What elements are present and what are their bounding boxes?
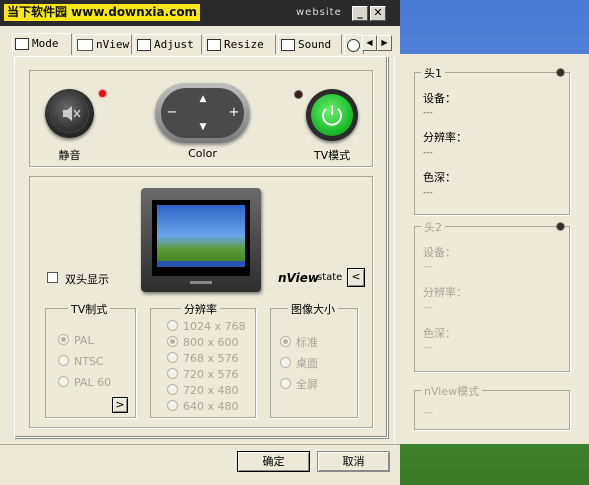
radio-desktop[interactable]: 桌面	[280, 355, 318, 371]
radio-800x600[interactable]: 800 x 600	[167, 336, 239, 349]
ok-button[interactable]: 确定	[237, 451, 310, 472]
head1-device-value: ---	[423, 108, 433, 118]
radio-ntsc[interactable]: NTSC	[58, 355, 104, 368]
head1-device-label: 设备：	[423, 92, 456, 105]
monitor-icon	[15, 38, 29, 50]
head2-group: 头2 设备： --- 分辨率： --- 色深： ---	[414, 219, 570, 372]
minimize-button[interactable]: _	[352, 6, 368, 21]
radio-pal60[interactable]: PAL 60	[58, 376, 111, 389]
window-title: website	[296, 7, 342, 18]
head2-resolution-label: 分辨率：	[423, 286, 467, 299]
tv-mode-label: TV模式	[313, 149, 351, 162]
radio-1024x768[interactable]: 1024 x 768	[167, 320, 246, 333]
color-control: ▲ ▼ − +	[155, 83, 250, 143]
display-panel: 双头显示 nView state < TV制式 PAL NTSC PAL 60 …	[29, 176, 373, 428]
head2-color-depth-value: ---	[423, 343, 433, 353]
state-toggle-button[interactable]: <	[347, 268, 365, 287]
head1-group: 头1 设备： --- 分辨率： --- 色深： ---	[414, 65, 570, 215]
close-button[interactable]: ✕	[370, 6, 386, 21]
tv-led	[294, 90, 303, 99]
head1-color-depth-label: 色深：	[423, 171, 456, 184]
nview-mode-value: ---	[423, 408, 433, 418]
mute-button[interactable]	[45, 89, 94, 138]
watermark-banner: 当下软件园 www.downxia.com	[4, 4, 201, 21]
color-plus-button[interactable]: +	[225, 102, 243, 124]
head1-resolution-label: 分辨率：	[423, 131, 467, 144]
tab-adjust-label: Adjust	[154, 38, 194, 51]
head1-status-led	[556, 68, 565, 77]
tab-adjust[interactable]: Adjust	[134, 34, 202, 54]
nview-state-label: state	[317, 272, 343, 283]
radio-768x576[interactable]: 768 x 576	[167, 352, 239, 365]
head1-resolution-value: ---	[423, 148, 433, 158]
desktop-screen-image	[157, 205, 245, 267]
head2-resolution-value: ---	[423, 303, 433, 313]
color-down-button[interactable]: ▼	[189, 116, 217, 138]
mute-led	[99, 90, 106, 97]
radio-pal[interactable]: PAL	[58, 334, 94, 347]
radio-720x576[interactable]: 720 x 576	[167, 368, 239, 381]
nview-mode-group: nView模式 ---	[414, 383, 570, 430]
clock-icon	[347, 38, 360, 52]
title-bar: 当下软件园 www.downxia.com website _ ✕	[0, 0, 400, 27]
mute-speaker-icon	[50, 94, 89, 133]
head2-device-label: 设备：	[423, 246, 456, 259]
cancel-button[interactable]: 取消	[317, 451, 390, 472]
nview-mode-title: nView模式	[421, 383, 483, 399]
radio-640x480[interactable]: 640 x 480	[167, 400, 239, 413]
head2-color-depth-label: 色深：	[423, 327, 456, 340]
power-icon	[322, 105, 342, 126]
head2-status-led	[556, 222, 565, 231]
image-size-group: 图像大小 标准 桌面 全屏	[270, 301, 358, 418]
image-size-title: 图像大小	[288, 301, 338, 317]
tv-standard-title: TV制式	[68, 301, 111, 317]
tab-scroll-left[interactable]: ◀	[362, 35, 377, 51]
tab-resize-label: Resize	[224, 38, 264, 51]
color-label: Color	[188, 147, 217, 160]
button-divider	[0, 444, 400, 445]
head2-device-value: ---	[423, 262, 433, 272]
tab-mode[interactable]: Mode	[12, 33, 72, 55]
mute-label: 静音	[58, 149, 81, 162]
tab-sound[interactable]: Sound	[278, 34, 342, 54]
tab-bar: Mode nView Adjust Resize Sound	[8, 33, 392, 56]
speaker-icon	[281, 39, 295, 51]
color-up-button[interactable]: ▲	[189, 88, 217, 110]
tv-preview	[141, 188, 261, 292]
radio-standard[interactable]: 标准	[280, 334, 318, 350]
head-info-panel: 头1 设备： --- 分辨率： --- 色深： --- 头2 设备： --- 分…	[394, 54, 589, 444]
nview-brand: nView	[278, 271, 319, 285]
tab-scroll-right[interactable]: ▶	[377, 35, 392, 51]
tv-standard-group: TV制式 PAL NTSC PAL 60 >	[45, 301, 136, 418]
tab-nview[interactable]: nView	[74, 34, 132, 54]
head1-title: 头1	[421, 65, 445, 81]
head1-color-depth-value: ---	[423, 188, 433, 198]
resize-icon	[207, 39, 221, 51]
tab-sound-label: Sound	[298, 38, 332, 51]
resolution-title: 分辨率	[181, 301, 220, 317]
tab-mode-label: Mode	[32, 37, 59, 50]
color-minus-button[interactable]: −	[163, 102, 181, 124]
dual-display-label: 双头显示	[65, 273, 109, 286]
radio-720x480[interactable]: 720 x 480	[167, 384, 239, 397]
head2-title: 头2	[421, 219, 445, 235]
dual-display-checkbox[interactable]	[47, 272, 58, 283]
radio-fullscreen[interactable]: 全屏	[280, 376, 318, 392]
resolution-group: 分辨率 1024 x 768 800 x 600 768 x 576 720 x…	[150, 301, 256, 418]
controls-panel: 静音 ▲ ▼ − + Color TV模式	[29, 70, 373, 167]
tab-nview-label: nView	[96, 38, 130, 51]
tv-mode-button[interactable]	[306, 89, 358, 141]
tab-resize[interactable]: Resize	[204, 34, 276, 54]
adjust-icon	[137, 39, 151, 51]
tab-more[interactable]	[344, 34, 364, 54]
tv-standard-more-button[interactable]: >	[112, 397, 128, 413]
dual-monitor-icon	[77, 39, 93, 51]
